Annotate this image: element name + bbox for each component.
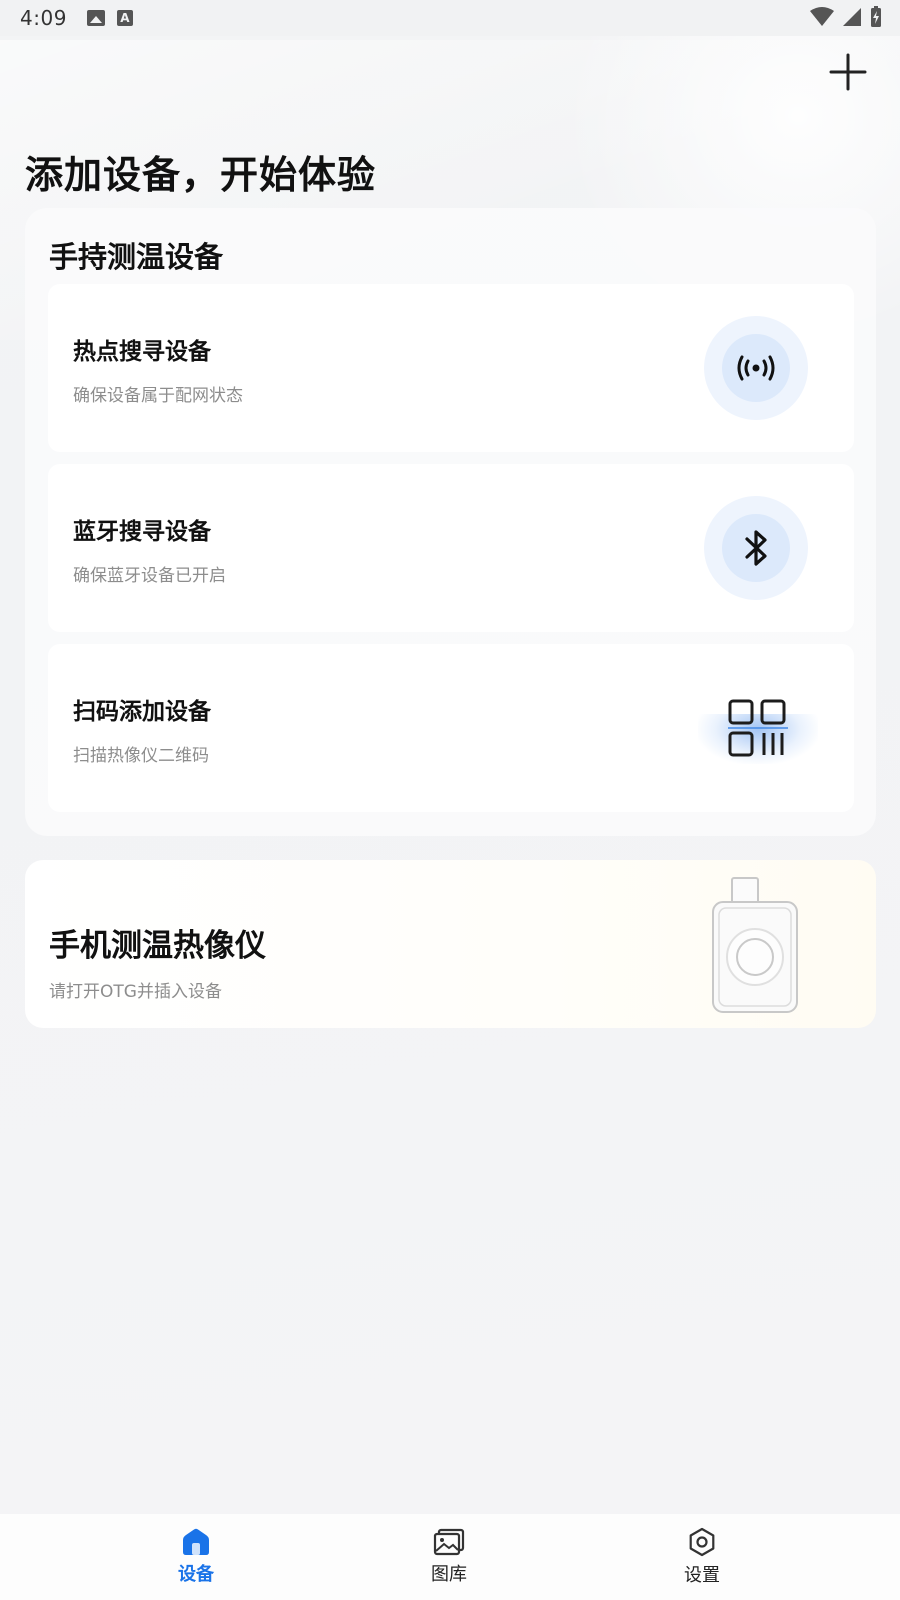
settings-icon [689, 1527, 715, 1557]
status-system-icons [810, 6, 882, 28]
nav-devices[interactable]: 设备 [136, 1514, 256, 1600]
bluetooth-search-option[interactable]: 蓝牙搜寻设备 确保蓝牙设备已开启 [48, 464, 854, 632]
nav-label: 图库 [431, 1564, 467, 1585]
gallery-icon [433, 1528, 465, 1556]
signal-icon [843, 8, 861, 26]
option-title: 热点搜寻设备 [73, 339, 211, 365]
page-title: 添加设备，开始体验 [25, 153, 377, 197]
bluetooth-icon-badge [704, 496, 808, 600]
qr-scan-option[interactable]: 扫码添加设备 扫描热像仪二维码 [48, 644, 854, 812]
nav-label: 设置 [684, 1565, 720, 1586]
option-title: 扫码添加设备 [73, 699, 211, 725]
option-subtitle: 确保设备属于配网状态 [73, 386, 243, 406]
status-notification-icons: A [86, 10, 133, 26]
hotspot-icon [737, 355, 775, 381]
phone-thermal-camera-option[interactable]: 手机测温热像仪 请打开OTG并插入设备 [25, 860, 876, 1028]
plus-icon [829, 53, 867, 91]
section-title: 手持测温设备 [49, 240, 224, 274]
option-title: 蓝牙搜寻设备 [73, 519, 211, 545]
thermal-device-icon [712, 877, 798, 1013]
qr-icon-badge [698, 684, 818, 774]
phone-card-subtitle: 请打开OTG并插入设备 [49, 982, 222, 1002]
phone-card-title: 手机测温热像仪 [49, 928, 266, 964]
bluetooth-icon [745, 530, 767, 566]
wifi-icon [810, 7, 834, 26]
nav-gallery[interactable]: 图库 [389, 1514, 509, 1600]
add-device-button[interactable] [828, 52, 868, 92]
bottom-navigation: 设备 图库 设置 [0, 1514, 900, 1600]
option-subtitle: 确保蓝牙设备已开启 [73, 566, 226, 586]
home-icon [183, 1528, 209, 1555]
qr-scan-icon [728, 699, 788, 757]
status-time: 4:09 [20, 6, 67, 30]
text-notification-icon: A [116, 10, 133, 26]
handheld-section: 手持测温设备 热点搜寻设备 确保设备属于配网状态 蓝牙搜寻设备 确保蓝牙设备已开… [25, 208, 876, 836]
hotspot-icon-badge [704, 316, 808, 420]
hotspot-search-option[interactable]: 热点搜寻设备 确保设备属于配网状态 [48, 284, 854, 452]
nav-label: 设备 [178, 1564, 214, 1585]
image-notification-icon [86, 10, 105, 26]
status-bar: 4:09 A [0, 0, 900, 36]
battery-icon [871, 6, 881, 27]
option-subtitle: 扫描热像仪二维码 [73, 746, 209, 766]
nav-settings[interactable]: 设置 [642, 1514, 762, 1600]
